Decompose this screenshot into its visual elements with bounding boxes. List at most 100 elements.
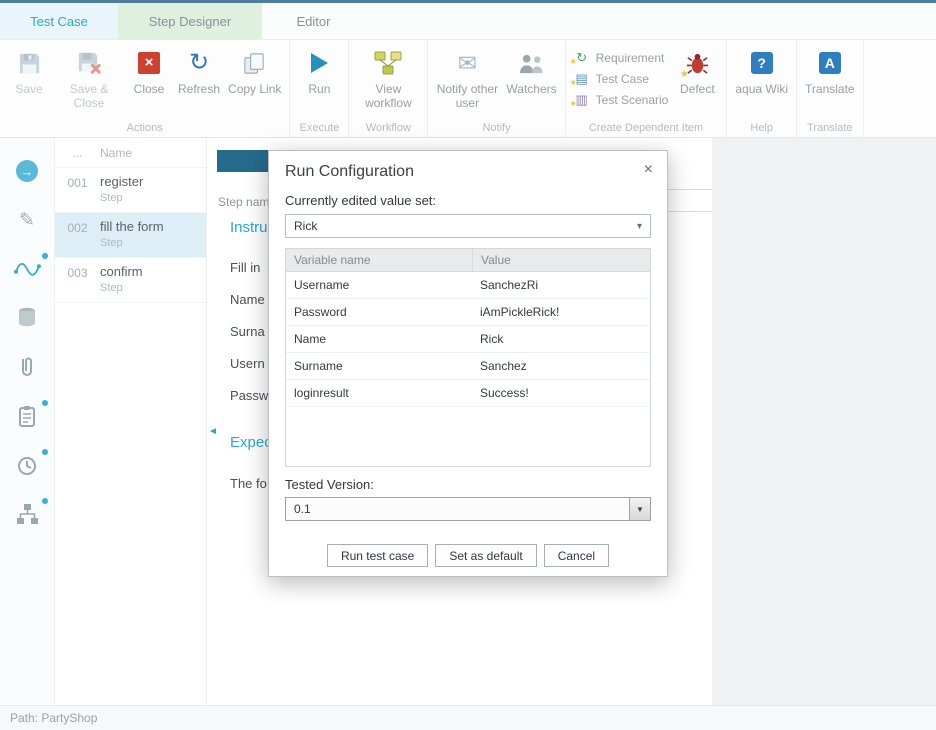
sidebar-item-steps[interactable]: [12, 256, 42, 282]
step-number: 001: [55, 174, 100, 212]
column-header-name: Name: [100, 146, 132, 160]
table-row[interactable]: Name Rick: [286, 326, 650, 353]
save-button[interactable]: Save: [8, 48, 50, 97]
notification-dot: [42, 449, 48, 455]
table-row[interactable]: Password iAmPickleRick!: [286, 299, 650, 326]
group-label-help: Help: [727, 122, 796, 134]
collapse-arrow-icon[interactable]: ◄: [208, 426, 218, 437]
save-and-close-button[interactable]: Save & Close: [58, 48, 120, 111]
tab-label: Test Case: [30, 14, 88, 29]
history-icon: [15, 453, 39, 477]
set-as-default-button[interactable]: Set as default: [435, 544, 536, 567]
column-header-value: Value: [472, 249, 650, 271]
sidebar-item-checklist[interactable]: [12, 403, 42, 429]
steps-list-header: ... Name: [55, 138, 206, 168]
tested-version-combo[interactable]: 0.1 ▼: [285, 497, 651, 521]
instruction-line: Usern: [230, 356, 265, 371]
button-label: Copy Link: [228, 83, 281, 97]
step-type: Step: [100, 237, 164, 249]
item-label: Requirement: [596, 51, 665, 65]
sidebar-item-edit[interactable]: ✎: [12, 207, 42, 233]
arrow-circle-icon: →: [16, 160, 38, 182]
cancel-button[interactable]: Cancel: [544, 544, 609, 567]
step-type: Step: [100, 192, 143, 204]
run-button[interactable]: Run: [298, 48, 340, 97]
requirement-icon: ↻★: [574, 50, 590, 66]
sidebar-item-dependencies[interactable]: [12, 501, 42, 527]
copy-link-button[interactable]: Copy Link: [228, 48, 281, 97]
variable-value-cell[interactable]: iAmPickleRick!: [472, 305, 650, 319]
create-test-case-item[interactable]: ▤★ Test Case: [574, 71, 669, 87]
tab-bar: Test Case Step Designer Editor: [0, 3, 936, 40]
combo-dropdown-button[interactable]: ▼: [629, 498, 650, 520]
variable-value-cell[interactable]: Sanchez: [472, 359, 650, 373]
create-dependent-list: ↻★ Requirement ▤★ Test Case ▥★ Test Scen…: [574, 48, 669, 108]
table-row[interactable]: Username SanchezRi: [286, 272, 650, 299]
ribbon-group-create-dependent: ↻★ Requirement ▤★ Test Case ▥★ Test Scen…: [566, 40, 728, 137]
translate-button[interactable]: A Translate: [805, 48, 855, 97]
ribbon-group-execute: Run Execute: [290, 40, 349, 137]
ribbon-group-help: ? aqua Wiki Help: [727, 40, 797, 137]
copy-link-icon: [242, 48, 267, 78]
refresh-icon: ↻: [189, 48, 209, 78]
pencil-icon: ✎: [19, 209, 35, 232]
step-row[interactable]: 001 register Step: [55, 168, 206, 213]
table-row[interactable]: Surname Sanchez: [286, 353, 650, 380]
chevron-down-icon: ▾: [637, 221, 642, 232]
tab-editor[interactable]: Editor: [262, 3, 365, 39]
dialog-button-row: Run test case Set as default Cancel: [285, 544, 651, 567]
variable-value-cell[interactable]: SanchezRi: [472, 278, 650, 292]
close-x-icon: ×: [138, 48, 160, 78]
aqua-wiki-button[interactable]: ? aqua Wiki: [735, 48, 788, 97]
instruction-line: Passw: [230, 388, 268, 403]
group-label-actions: Actions: [0, 122, 289, 134]
tab-test-case[interactable]: Test Case: [0, 3, 118, 39]
step-row-selected[interactable]: 002 fill the form Step: [55, 213, 206, 258]
step-row[interactable]: 003 confirm Step: [55, 258, 206, 303]
button-label: Save: [15, 83, 42, 97]
value-set-dropdown[interactable]: Rick ▾: [285, 214, 651, 238]
refresh-button[interactable]: ↻ Refresh: [178, 48, 220, 97]
value-set-label: Currently edited value set:: [285, 193, 651, 208]
watchers-button[interactable]: Watchers: [506, 48, 556, 97]
step-name-label: Step nam: [218, 195, 269, 209]
create-test-scenario-item[interactable]: ▥★ Test Scenario: [574, 92, 669, 108]
sidebar-item-history[interactable]: [12, 452, 42, 478]
sidebar-item-data[interactable]: [12, 305, 42, 331]
question-icon: ?: [751, 48, 773, 78]
tested-version-label: Tested Version:: [285, 477, 651, 492]
button-label: Notify other user: [436, 83, 498, 111]
step-number: 003: [55, 264, 100, 302]
notification-dot: [42, 400, 48, 406]
value-set-selected: Rick: [294, 219, 317, 233]
button-label: Watchers: [506, 83, 556, 97]
variable-name-cell: Name: [286, 332, 472, 346]
path-text: Path: PartyShop: [10, 711, 97, 725]
column-header-variable: Variable name: [286, 249, 472, 271]
ribbon-group-translate: A Translate Translate: [797, 40, 864, 137]
view-workflow-button[interactable]: View workflow: [357, 48, 419, 111]
close-button[interactable]: × Close: [128, 48, 170, 97]
step-title: register: [100, 174, 143, 189]
tab-step-designer[interactable]: Step Designer: [118, 3, 262, 39]
notify-other-user-button[interactable]: ✉ Notify other user: [436, 48, 498, 111]
bug-icon: ★: [685, 48, 710, 78]
notification-dot: [42, 253, 48, 259]
defect-button[interactable]: ★ Defect: [676, 48, 718, 97]
button-label: Run: [308, 83, 330, 97]
database-icon: [15, 306, 39, 330]
variable-value-cell[interactable]: Success!: [472, 386, 650, 400]
sidebar-item-attachments[interactable]: [12, 354, 42, 380]
create-requirement-item[interactable]: ↻★ Requirement: [574, 50, 669, 66]
button-label: Close: [134, 83, 165, 97]
run-test-case-button[interactable]: Run test case: [327, 544, 428, 567]
tested-version-value: 0.1: [286, 498, 629, 520]
dialog-close-icon[interactable]: ×: [644, 161, 653, 179]
sidebar-item-overview[interactable]: →: [12, 158, 42, 184]
ribbon-group-actions: Save Save & Close × Close ↻ Refresh Co: [0, 40, 290, 137]
step-number: 002: [55, 219, 100, 257]
table-row[interactable]: loginresult Success!: [286, 380, 650, 407]
translate-icon: A: [819, 48, 841, 78]
variable-value-cell[interactable]: Rick: [472, 332, 650, 346]
button-label: aqua Wiki: [735, 83, 788, 97]
